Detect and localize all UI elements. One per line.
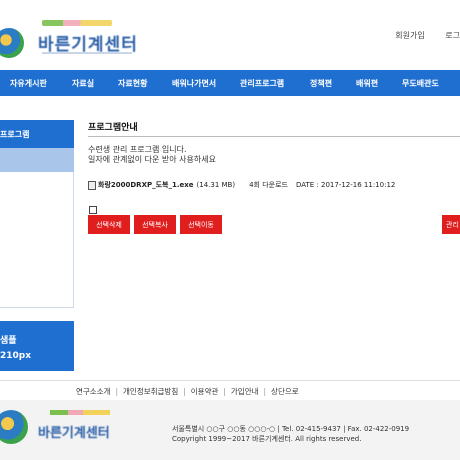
delete-selected-button[interactable]: 선택삭제 [88,215,130,234]
file-size: (14.31 MB) [196,181,236,189]
select-checkbox[interactable] [89,206,97,214]
nav-item-library[interactable]: 자료실 [72,78,94,89]
title-divider [88,136,460,137]
footer-link-about[interactable]: 연구소소개 [76,387,111,396]
separator: | [223,387,226,396]
separator: | [115,387,119,396]
admin-button[interactable]: 관리 [442,215,460,234]
nav-item-programs[interactable]: 관리프로그램 [240,78,284,89]
separator: | [183,387,186,396]
sidebar-banner[interactable]: 샘플 210px [0,321,74,371]
nav-item-diagram[interactable]: 무도배관도 [402,78,439,89]
description-line-2: 일자에 관계없이 다운 받아 사용하세요 [88,155,216,164]
footer-link-join[interactable]: 가입안내 [231,387,259,396]
footer-copyright: Copyright 1999~2017 바른기계센터. All rights r… [172,435,362,443]
download-count: 4회 다운로드 [249,181,288,189]
nav-item-policy[interactable]: 정책편 [310,78,332,89]
login-link[interactable]: 로그 [445,31,460,40]
main-nav: 자유게시판 자료실 자료현황 배워나가면서 관리프로그램 정책편 배워편 무도배… [0,70,460,96]
footer-link-privacy[interactable]: 개인정보취급방침 [123,387,178,396]
footer-logo-text: 바른기계센터 [38,426,110,441]
nav-item-free-board[interactable]: 자유게시판 [10,78,47,89]
banner-size: 210px [0,351,32,361]
separator: | [263,387,267,396]
footer-links: 연구소소개 | 개인정보취급방침 | 이용약관 | 가입안내 | 상단으로 [76,386,299,397]
site-header: 바른기계센터 회원가입 로그 [0,0,460,70]
banner-title: 샘플 [0,336,17,346]
move-selected-button[interactable]: 선택이동 [180,215,222,234]
globe-icon [0,410,28,444]
logo-subline [42,20,112,26]
nav-item-learn[interactable]: 배워편 [356,78,378,89]
file-icon [88,180,96,190]
footer-divider [0,380,460,381]
logo-subline [50,410,110,415]
globe-icon [0,28,24,58]
nav-item-learning[interactable]: 배워나가면서 [172,78,216,89]
file-download-link[interactable]: 화랑2000DRXP_도복_1.exe [98,180,194,190]
sidebar-item-selected[interactable] [0,148,74,172]
footer-link-terms[interactable]: 이용약관 [191,387,219,396]
footer-link-top[interactable]: 상단으로 [271,387,299,396]
copy-selected-button[interactable]: 선택복사 [134,215,176,234]
nav-item-status[interactable]: 자료현황 [118,78,147,89]
page-title: 프로그램안내 [88,123,138,133]
logo-tagline [42,52,132,54]
footer-logo: 바른기계센터 [0,408,134,448]
site-logo[interactable]: 바른기계센터 [0,20,144,62]
file-date: DATE : 2017-12-16 11:10:12 [295,181,396,189]
signup-link[interactable]: 회원가입 [395,31,424,40]
footer-address: 서울특별시 ○○구 ○○동 ○○○-○ | Tel. 02-415-9437 |… [172,425,410,433]
sidebar-panel [0,172,74,308]
top-links: 회원가입 로그 [377,30,460,41]
file-attachment-row: 화랑2000DRXP_도복_1.exe (14.31 MB) 4회 다운로드 D… [88,180,395,190]
sidebar-heading: 프로그램 [0,120,74,148]
